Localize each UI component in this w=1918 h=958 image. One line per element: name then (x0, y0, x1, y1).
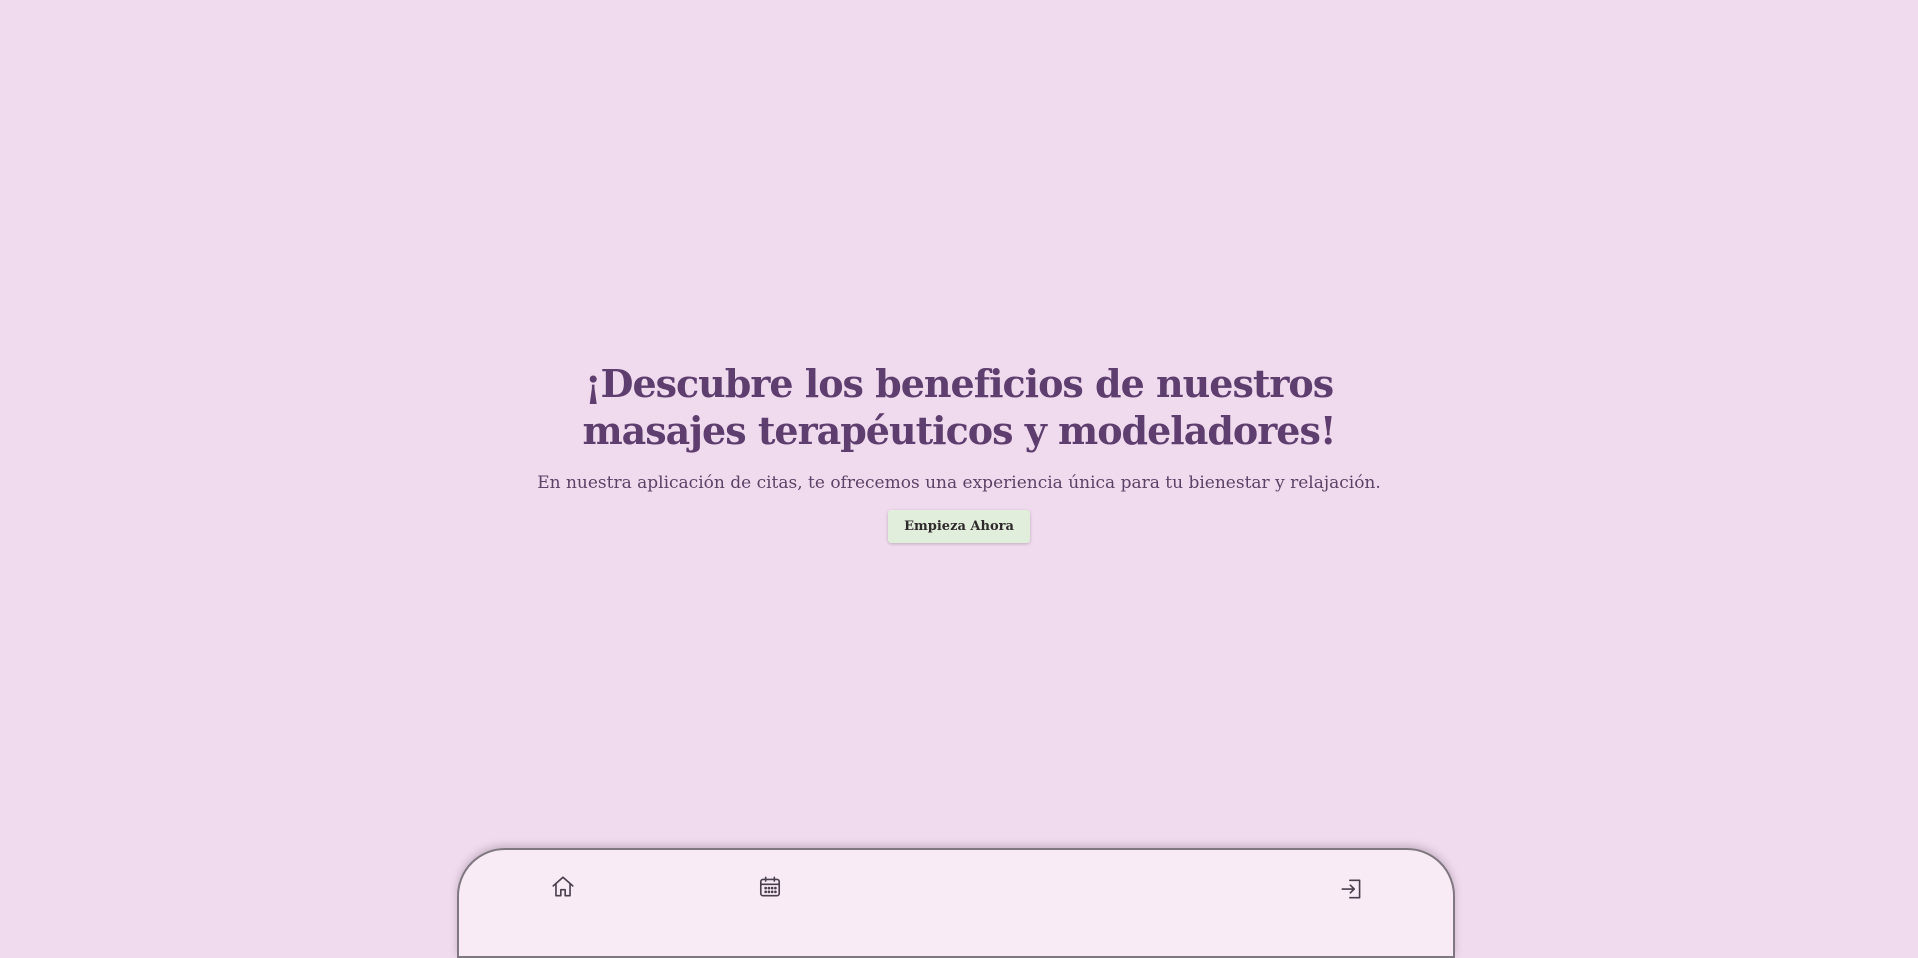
nav-login[interactable] (1337, 876, 1367, 906)
hero-title: ¡Descubre los beneficios de nuestros mas… (582, 361, 1336, 453)
calendar-icon (757, 874, 783, 904)
hero-subtitle: En nuestra aplicación de citas, te ofrec… (537, 473, 1381, 493)
home-icon (550, 874, 576, 904)
nav-home[interactable] (548, 874, 578, 904)
hero-section: ¡Descubre los beneficios de nuestros mas… (0, 360, 1918, 543)
nav-calendar[interactable] (755, 874, 785, 904)
bottom-navigation (457, 848, 1455, 958)
start-now-button[interactable]: Empieza Ahora (888, 510, 1030, 543)
login-icon (1339, 876, 1365, 906)
